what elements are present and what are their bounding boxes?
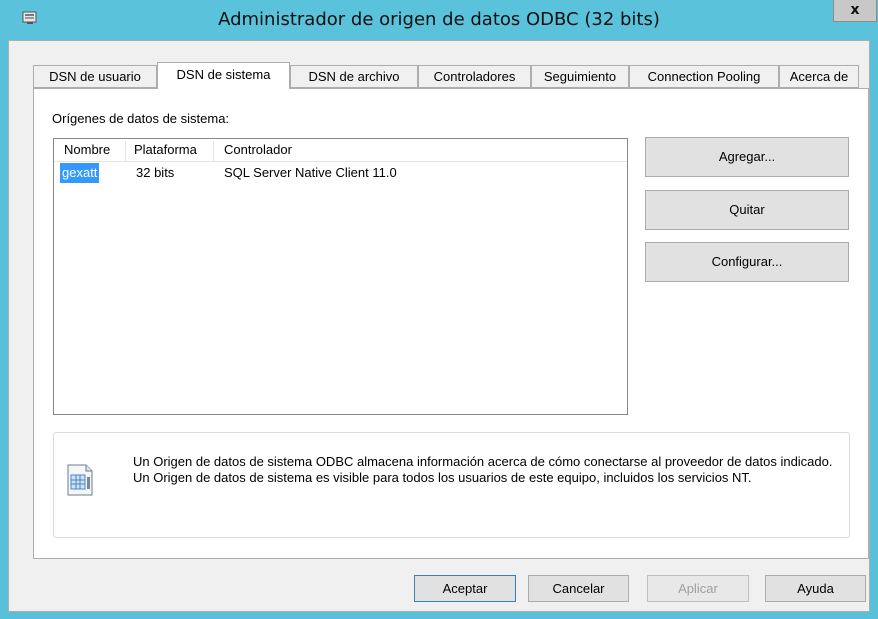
database-document-icon (67, 464, 93, 496)
column-header-nombre[interactable]: Nombre (64, 139, 110, 161)
section-label: Orígenes de datos de sistema: (52, 111, 230, 126)
table-row[interactable]: gexatt 32 bits SQL Server Native Client … (54, 163, 627, 183)
help-button[interactable]: Ayuda (765, 575, 866, 602)
list-header: Nombre Plataforma Controlador (54, 139, 627, 162)
tab-acerca-de[interactable]: Acerca de (779, 65, 859, 88)
row-platform: 32 bits (136, 165, 175, 180)
tab-dsn-usuario[interactable]: DSN de usuario (33, 65, 157, 88)
remove-button[interactable]: Quitar (645, 190, 849, 230)
tab-controladores[interactable]: Controladores (418, 65, 531, 88)
tab-dsn-sistema[interactable]: DSN de sistema (157, 62, 290, 89)
close-button[interactable]: x (833, 0, 877, 22)
tab-dsn-archivo[interactable]: DSN de archivo (290, 65, 418, 88)
column-divider (213, 141, 214, 161)
apply-button[interactable]: Aplicar (647, 575, 749, 602)
cancel-button[interactable]: Cancelar (528, 575, 629, 602)
ok-button[interactable]: Aceptar (414, 575, 516, 602)
column-divider (125, 141, 126, 161)
tab-connection-pooling[interactable]: Connection Pooling (629, 65, 779, 88)
column-header-controlador[interactable]: Controlador (224, 139, 292, 161)
close-icon: x (850, 2, 860, 18)
add-button[interactable]: Agregar... (645, 137, 849, 177)
title-bar[interactable]: Administrador de origen de datos ODBC (3… (0, 0, 878, 40)
data-sources-list[interactable]: Nombre Plataforma Controlador gexatt 32 … (53, 138, 628, 415)
row-name[interactable]: gexatt (60, 163, 100, 183)
info-text: Un Origen de datos de sistema ODBC almac… (133, 454, 833, 485)
row-driver: SQL Server Native Client 11.0 (224, 165, 397, 180)
column-header-plataforma[interactable]: Plataforma (134, 139, 197, 161)
configure-button[interactable]: Configurar... (645, 242, 849, 282)
window-title: Administrador de origen de datos ODBC (3… (218, 9, 660, 30)
tab-seguimiento[interactable]: Seguimiento (531, 65, 629, 88)
